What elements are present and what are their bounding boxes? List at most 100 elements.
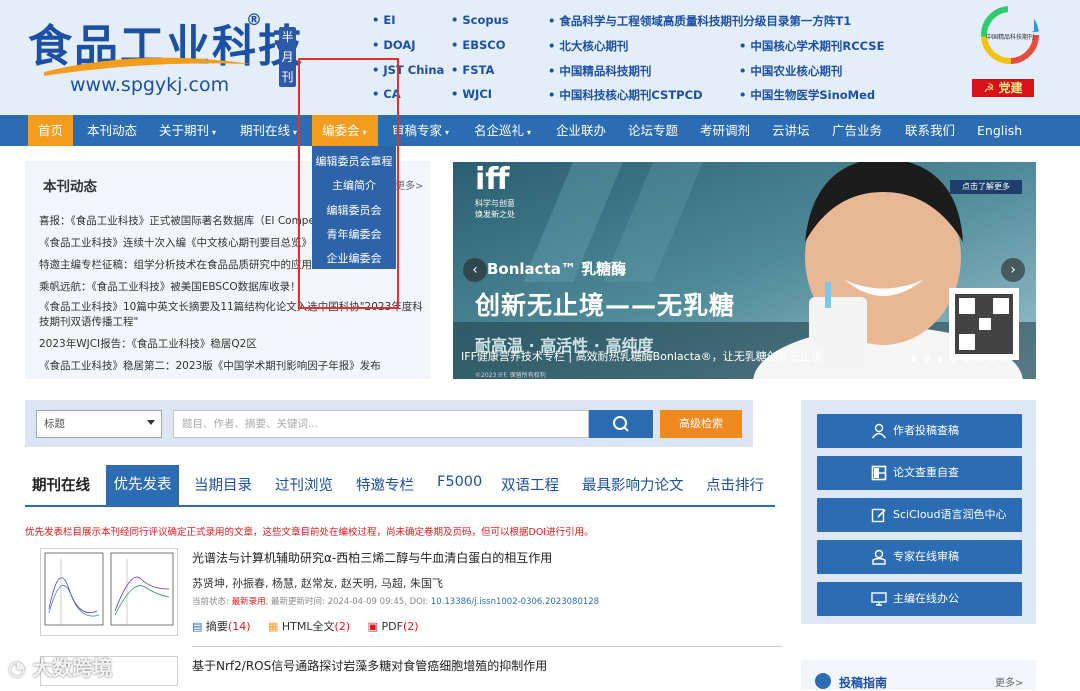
- banner-next-arrow-icon[interactable]: ›: [1001, 258, 1025, 282]
- caret-down-icon: ▾: [527, 128, 532, 137]
- submission-guide-panel: 投稿指南 更多>: [801, 660, 1036, 690]
- banner-copyright: ©2023 IFF. 保留所有权利: [475, 372, 546, 379]
- banner-slogan: 创新无止境——无乳糖: [475, 291, 736, 320]
- carousel-dot[interactable]: [937, 356, 943, 362]
- article-title[interactable]: 光谱法与计算机辅助研究α-西柏三烯二醇与牛血清白蛋白的相互作用: [192, 549, 552, 566]
- banner-cta-button[interactable]: 点击了解更多: [950, 180, 1022, 194]
- language-polish-button[interactable]: SciCloud语言润色中心: [817, 498, 1022, 532]
- editor-office-button[interactable]: 主编在线办公: [817, 582, 1022, 616]
- search-field-select[interactable]: 标题: [36, 410, 162, 438]
- search-icon: [613, 416, 629, 432]
- logo-url[interactable]: www.spgykj.com: [70, 74, 229, 96]
- pdf-link[interactable]: ▣ PDF(2): [368, 620, 419, 633]
- author-submission-button[interactable]: 作者投稿查稿: [817, 414, 1022, 448]
- tab-influential[interactable]: 最具影响力论文: [582, 474, 684, 495]
- highlight-annotation-box: [298, 58, 399, 309]
- tab-journal-online: 期刊在线: [32, 478, 90, 494]
- nav-ads[interactable]: 广告业务: [822, 115, 892, 146]
- index-item[interactable]: 北大核心期刊: [548, 38, 628, 54]
- search-button[interactable]: [589, 410, 653, 438]
- banner-prev-arrow-icon[interactable]: ‹: [463, 258, 487, 282]
- index-item[interactable]: EBSCO: [451, 38, 505, 52]
- nav-home[interactable]: 首页: [28, 115, 74, 146]
- guide-more-link[interactable]: 更多>: [995, 674, 1023, 689]
- news-more-link[interactable]: 更多>: [395, 177, 423, 192]
- nav-kaoyan[interactable]: 考研调剂: [690, 115, 760, 146]
- expert-icon: [872, 549, 886, 565]
- index-item[interactable]: WJCI: [451, 87, 492, 101]
- priority-notice: 优先发表栏目展示本刊经同行评议确定正式录用的文章，这些文章目前处在编校过程，尚未…: [25, 527, 594, 538]
- half-month-badge: 半月刊: [279, 27, 296, 87]
- abstract-link[interactable]: ▤ 摘要(14): [192, 620, 251, 633]
- caret-down-icon: ▾: [293, 128, 298, 137]
- tab-priority-publish[interactable]: 优先发表: [106, 465, 179, 506]
- article-title[interactable]: 基于Nrf2/ROS信号通路探讨岩藻多糖对食管癌细胞增殖的抑制作用: [192, 657, 547, 674]
- carousel-dot[interactable]: [976, 356, 982, 362]
- html-fulltext-link[interactable]: ▦ HTML全文(2): [268, 620, 350, 633]
- carousel-dot[interactable]: [950, 356, 956, 362]
- site-header: 食品工业科技 ® www.spgykj.com 半月刊 EI DOAJ JST …: [0, 0, 1080, 115]
- index-item[interactable]: DOAJ: [372, 38, 415, 52]
- caret-down-icon: ▾: [212, 128, 217, 137]
- carousel-dot[interactable]: [911, 356, 917, 362]
- iff-sub: 科学与创意 焕发新之处: [475, 199, 515, 219]
- search-bar: 标题 题目、作者、摘要、关键词... 高级检索: [25, 400, 753, 447]
- article-divider: [192, 646, 782, 647]
- nav-online[interactable]: 期刊在线 ▾: [230, 115, 307, 146]
- plagiarism-check-button[interactable]: 论文查重自查: [817, 456, 1022, 490]
- article-authors[interactable]: 苏贤坤, 孙振春, 杨慧, 赵常友, 赵天明, 马超, 朱国飞: [192, 575, 443, 591]
- news-title: 本刊动态: [43, 179, 97, 195]
- user-icon: [871, 423, 887, 439]
- banner-caption[interactable]: IFF健康营养技术专栏 | 高效耐热乳糖酶Bonlacta®，让无乳糖创新无止境: [461, 348, 822, 364]
- nav-english[interactable]: English: [967, 115, 1032, 146]
- nav-enterprises[interactable]: 名企巡礼 ▾: [464, 115, 541, 146]
- article-thumbnail[interactable]: [40, 548, 178, 636]
- abstract-icon: ▤: [192, 620, 203, 633]
- tab-past-issues[interactable]: 过刊浏览: [275, 474, 333, 495]
- spectrum-chart-thumbnail: [44, 552, 174, 626]
- tab-current-issue[interactable]: 当期目录: [194, 474, 252, 495]
- index-item[interactable]: 食品科学与工程领域高质量科技期刊分级目录第一方阵T1: [548, 13, 851, 29]
- expert-review-button[interactable]: 专家在线审稿: [817, 540, 1022, 574]
- carousel-dot[interactable]: [924, 356, 930, 362]
- advanced-search-button[interactable]: 高级检索: [660, 410, 742, 438]
- index-item[interactable]: 中国核心学术期刊RCCSE: [739, 38, 884, 54]
- index-item[interactable]: FSTA: [451, 63, 494, 77]
- news-item[interactable]: 2023年WJCI报告：《食品工业科技》稳居Q2区: [39, 336, 424, 351]
- search-input[interactable]: 题目、作者、摘要、关键词...: [173, 410, 589, 438]
- watermark: ◔ 大数跨境: [8, 656, 113, 680]
- nav-forum[interactable]: 论坛专题: [618, 115, 688, 146]
- caret-down-icon: ▾: [445, 128, 450, 137]
- index-item[interactable]: 中国科技核心期刊CSTPCD: [548, 87, 702, 103]
- article-doi-link[interactable]: 10.13386/j.issn1002-0306.2023080128: [431, 597, 599, 607]
- article-meta: 当前状态: 最新录用, 最新更新时间: 2024-04-09 09:45, DO…: [192, 597, 600, 607]
- index-item[interactable]: EI: [372, 13, 395, 27]
- index-item[interactable]: 中国精品科技期刊: [548, 63, 651, 79]
- pdf-icon: ▣: [367, 620, 379, 633]
- index-item[interactable]: 中国生物医学SinoMed: [739, 87, 875, 103]
- ad-banner[interactable]: iff 科学与创意 焕发新之处 Bonlacta™ 乳糖酶 创新无止境——无乳糖…: [453, 162, 1036, 379]
- document-grid-icon: [871, 465, 887, 481]
- carousel-dot[interactable]: [989, 356, 995, 362]
- nav-news[interactable]: 本刊动态: [77, 115, 147, 146]
- carousel-dot[interactable]: [963, 356, 969, 362]
- news-item[interactable]: 《食品工业科技》稳居第二：2023版《中国学术期刊影响因子年报》发布: [39, 358, 424, 373]
- tab-bilingual[interactable]: 双语工程: [501, 474, 559, 495]
- index-item[interactable]: Scopus: [451, 13, 508, 27]
- guide-icon: [815, 673, 831, 689]
- edit-icon: [871, 508, 886, 523]
- tab-invited-column[interactable]: 特邀专栏: [356, 474, 414, 495]
- nav-about[interactable]: 关于期刊 ▾: [149, 115, 226, 146]
- registered-mark: ®: [246, 10, 262, 29]
- article-links: ▤ 摘要(14) ▦ HTML全文(2) ▣ PDF(2): [192, 618, 419, 634]
- index-item[interactable]: 中国农业核心期刊: [739, 63, 842, 79]
- nav-contact[interactable]: 联系我们: [895, 115, 965, 146]
- party-building-button[interactable]: ☭ 党建: [972, 79, 1034, 97]
- status-badge: 最新录用: [231, 597, 266, 607]
- tab-f5000[interactable]: F5000: [437, 474, 482, 490]
- carousel-dot[interactable]: [1002, 356, 1008, 362]
- carousel-dots[interactable]: [911, 356, 1031, 364]
- tab-click-ranking[interactable]: 点击排行: [706, 474, 764, 495]
- nav-cloud-lecture[interactable]: 云讲坛: [762, 115, 820, 146]
- nav-joint[interactable]: 企业联办: [546, 115, 616, 146]
